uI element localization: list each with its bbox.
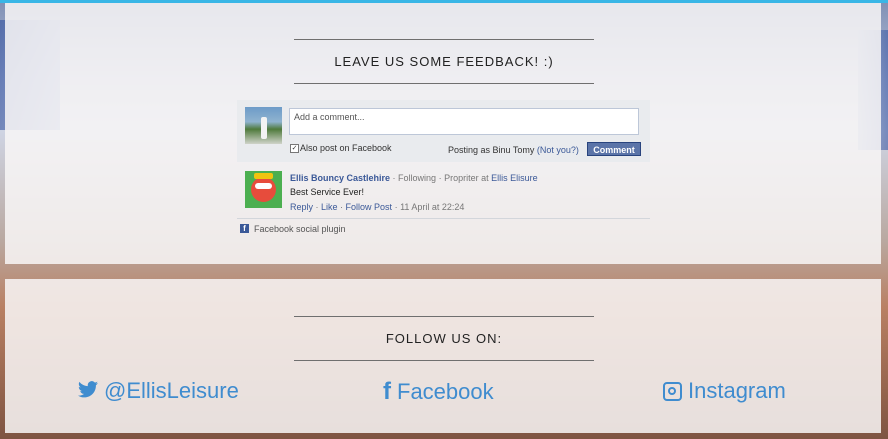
posting-as-label: Posting as Binu Tomy [448,145,535,155]
follow-panel [5,279,881,433]
follow-post-link[interactable]: Follow Post [346,202,393,212]
twitter-link[interactable]: @EllisLeisure [78,378,239,404]
user-avatar [245,107,282,144]
commenter-company-link[interactable]: Ellis Elisure [491,173,538,183]
comment-input[interactable]: Add a comment... [289,108,639,135]
heading-rule-bottom [294,83,594,84]
comments-divider [237,218,650,219]
facebook-small-icon: f [240,224,249,233]
instagram-label: Instagram [688,378,786,403]
follow-rule-bottom [294,360,594,361]
separator-dot: · [436,173,445,183]
comment-button[interactable]: Comment [587,142,641,156]
instagram-link[interactable]: Instagram [663,378,786,404]
instagram-icon [663,381,682,401]
comment-date[interactable]: 11 April at 22:24 [400,202,464,212]
posting-as-text: Posting as Binu Tomy (Not you?) [448,145,579,155]
twitter-label: @EllisLeisure [104,378,239,403]
heading-rule-top [294,39,594,40]
comment-header: Ellis Bouncy Castlehire · Following · Pr… [290,173,538,183]
commenter-avatar[interactable] [245,171,282,208]
facebook-link[interactable]: f Facebook [383,378,494,406]
follow-heading: FOLLOW US ON: [385,331,503,346]
not-you-link[interactable]: (Not you?) [537,145,579,155]
following-status[interactable]: Following [398,173,436,183]
commenter-name-link[interactable]: Ellis Bouncy Castlehire [290,173,390,183]
comment-text: Best Service Ever! [290,187,365,197]
comment-actions: Reply · Like · Follow Post · 11 April at… [290,202,465,212]
facebook-icon: f [383,378,391,405]
feedback-heading: LEAVE US SOME FEEDBACK! :) [334,54,554,69]
commenter-role: Propriter at [444,173,492,183]
separator-dot: · [390,173,399,183]
follow-rule-top [294,316,594,317]
also-post-label: Also post on Facebook [300,143,392,153]
reply-link[interactable]: Reply [290,202,313,212]
like-link[interactable]: Like [321,202,338,212]
twitter-icon [78,378,98,404]
facebook-label: Facebook [397,379,494,404]
also-post-checkbox[interactable]: ✓ [290,144,299,153]
facebook-plugin-link[interactable]: Facebook social plugin [254,224,346,234]
